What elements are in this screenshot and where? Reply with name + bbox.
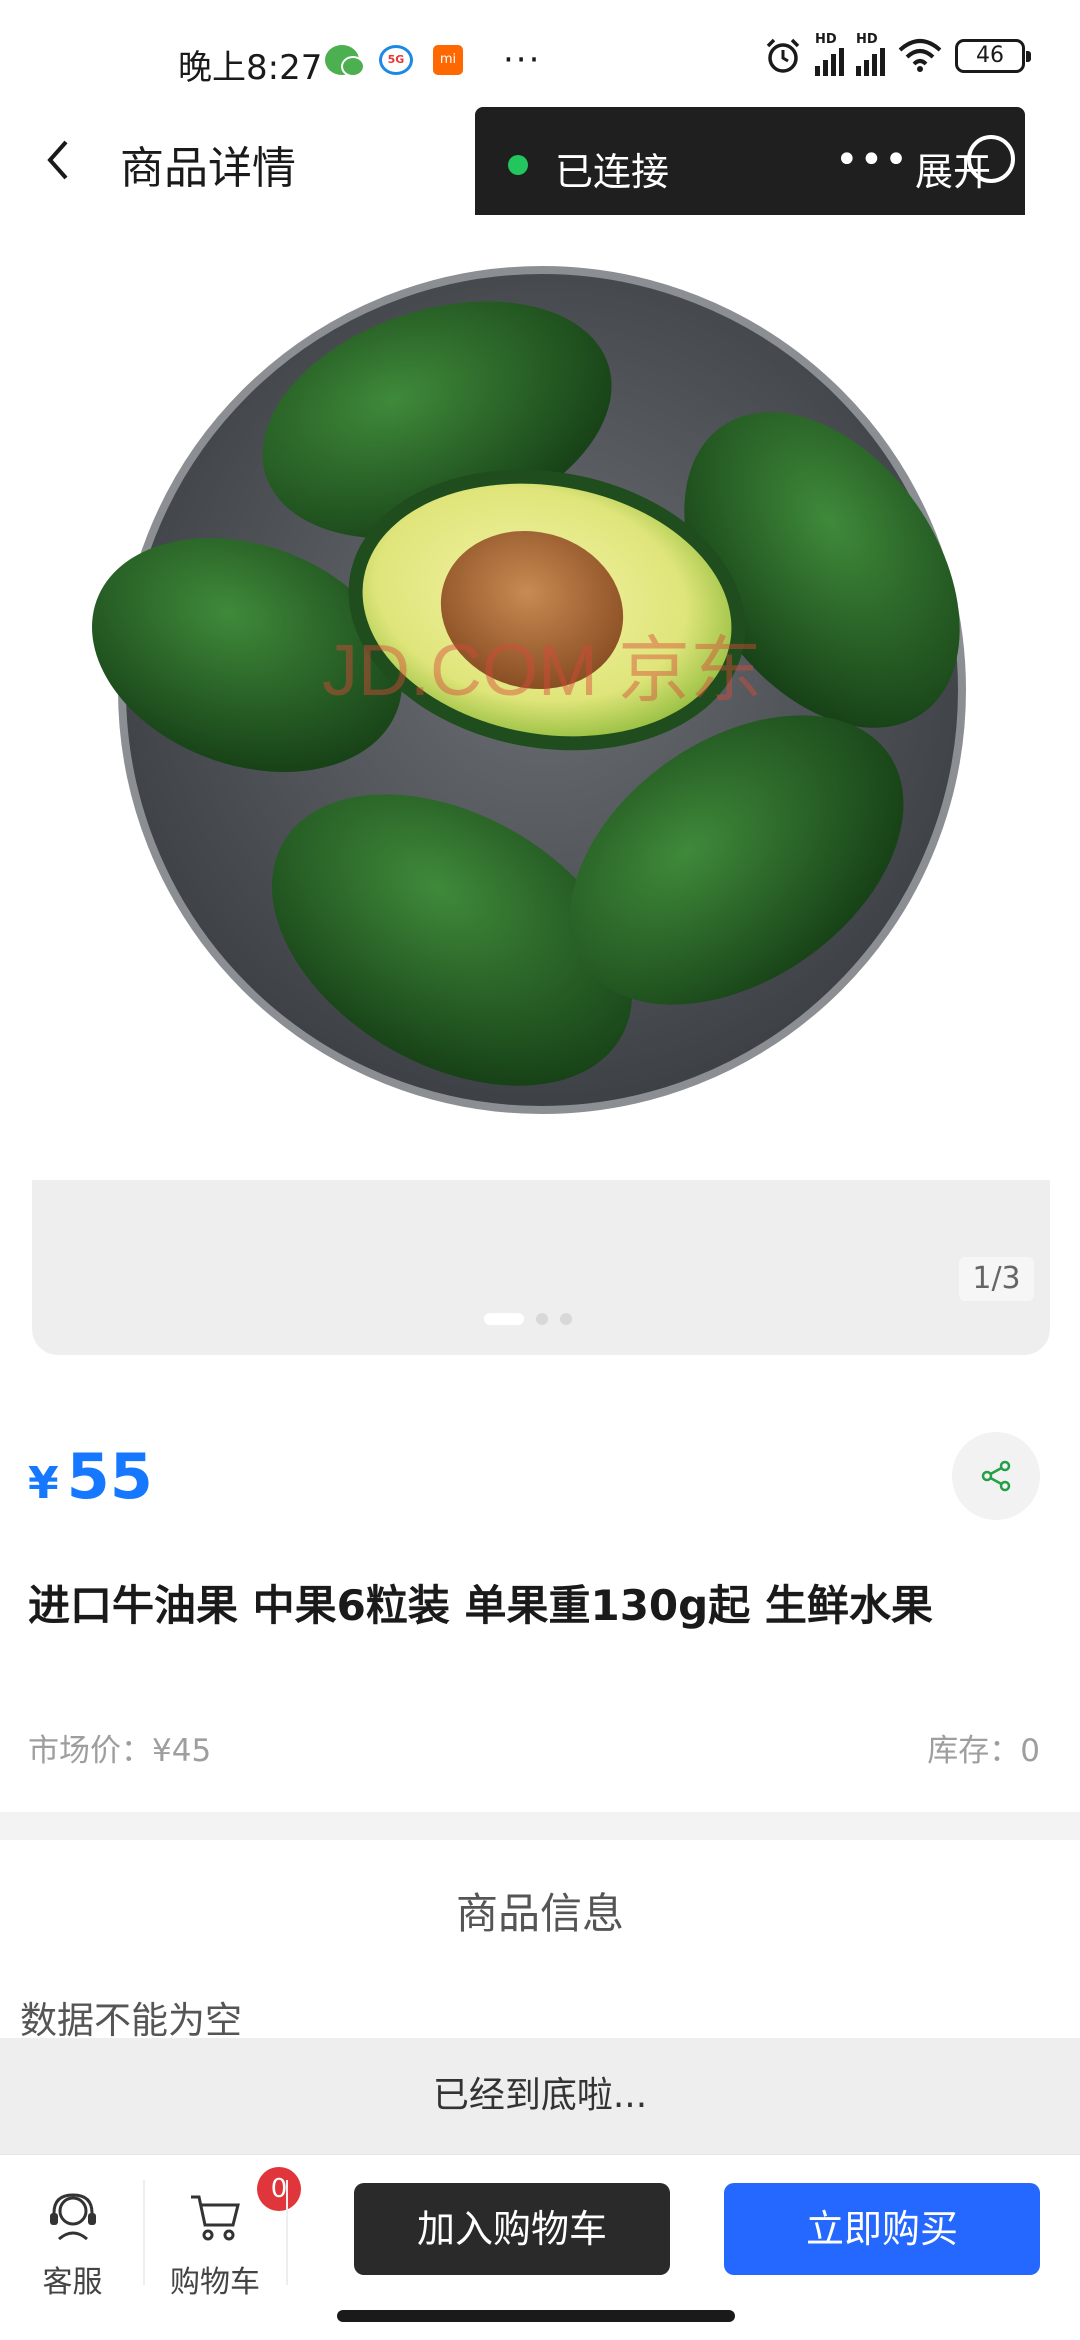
carousel-indicator bbox=[484, 1313, 572, 1325]
page-title: 商品详情 bbox=[120, 143, 296, 194]
carousel-dot-1[interactable] bbox=[484, 1313, 524, 1325]
chevron-left-icon bbox=[47, 140, 68, 180]
buy-now-button[interactable]: 立即购买 bbox=[724, 2183, 1040, 2275]
signal-2-icon: HD bbox=[856, 32, 885, 76]
alarm-icon bbox=[766, 38, 800, 73]
market-price: 市场价：¥45 bbox=[28, 1733, 212, 1769]
carousel-dot-3[interactable] bbox=[560, 1313, 572, 1325]
connected-status-dot bbox=[508, 155, 528, 175]
cart-label: 购物车 bbox=[170, 2265, 260, 2300]
product-price: ¥ 55 bbox=[28, 1440, 153, 1513]
cart-icon bbox=[191, 2195, 240, 2241]
mi-icon: mi bbox=[433, 45, 463, 75]
carousel-counter: 1/3 bbox=[959, 1257, 1034, 1301]
section-divider bbox=[0, 1812, 1080, 1840]
signal-1-icon: HD bbox=[815, 32, 844, 76]
battery-indicator: 46 bbox=[955, 39, 1031, 73]
connection-overlay: 已连接 ••• 展开 bbox=[475, 107, 1025, 223]
stock-count: 库存：0 bbox=[927, 1733, 1040, 1769]
connection-status: 已连接 bbox=[555, 150, 670, 194]
cart-button[interactable]: 0 购物车 bbox=[160, 2167, 301, 2300]
home-indicator[interactable] bbox=[337, 2310, 735, 2322]
close-ring-icon[interactable] bbox=[967, 135, 1015, 183]
overlay-more-icon[interactable]: ••• bbox=[835, 137, 909, 183]
wifi-icon bbox=[898, 39, 942, 72]
divider bbox=[143, 2180, 145, 2285]
more-notifications-icon: ··· bbox=[503, 40, 542, 80]
system-status: HD HD 46 bbox=[763, 32, 1031, 76]
app-5g-icon: 5G bbox=[379, 45, 413, 75]
currency-symbol: ¥ bbox=[28, 1458, 59, 1509]
status-time: 晚上8:27 bbox=[178, 48, 323, 88]
product-image-carousel[interactable]: JD.COM 京东 1/3 bbox=[32, 215, 1050, 1355]
headset-icon bbox=[49, 2193, 96, 2241]
divider bbox=[286, 2180, 288, 2285]
wechat-icon bbox=[325, 45, 365, 77]
product-title: 进口牛油果 中果6粒装 单果重130g起 生鲜水果 bbox=[28, 1581, 933, 1630]
back-button[interactable] bbox=[30, 130, 90, 190]
price-value: 55 bbox=[66, 1440, 153, 1513]
carousel-dot-2[interactable] bbox=[536, 1313, 548, 1325]
customer-service-button[interactable]: 客服 bbox=[20, 2175, 125, 2300]
notification-icons: 5G mi ··· bbox=[325, 40, 542, 80]
customer-service-label: 客服 bbox=[42, 2265, 103, 2300]
share-button[interactable] bbox=[952, 1432, 1040, 1520]
product-info-title: 商品信息 bbox=[455, 1889, 624, 1938]
share-icon bbox=[981, 1460, 1011, 1492]
cart-count-badge: 0 bbox=[257, 2167, 301, 2211]
jd-watermark: JD.COM 京东 bbox=[322, 631, 762, 711]
add-to-cart-button[interactable]: 加入购物车 bbox=[354, 2183, 670, 2275]
product-image: JD.COM 京东 bbox=[32, 215, 1050, 1180]
end-of-list-note: 已经到底啦... bbox=[0, 2038, 1080, 2154]
product-info-empty: 数据不能为空 bbox=[20, 1999, 242, 2042]
